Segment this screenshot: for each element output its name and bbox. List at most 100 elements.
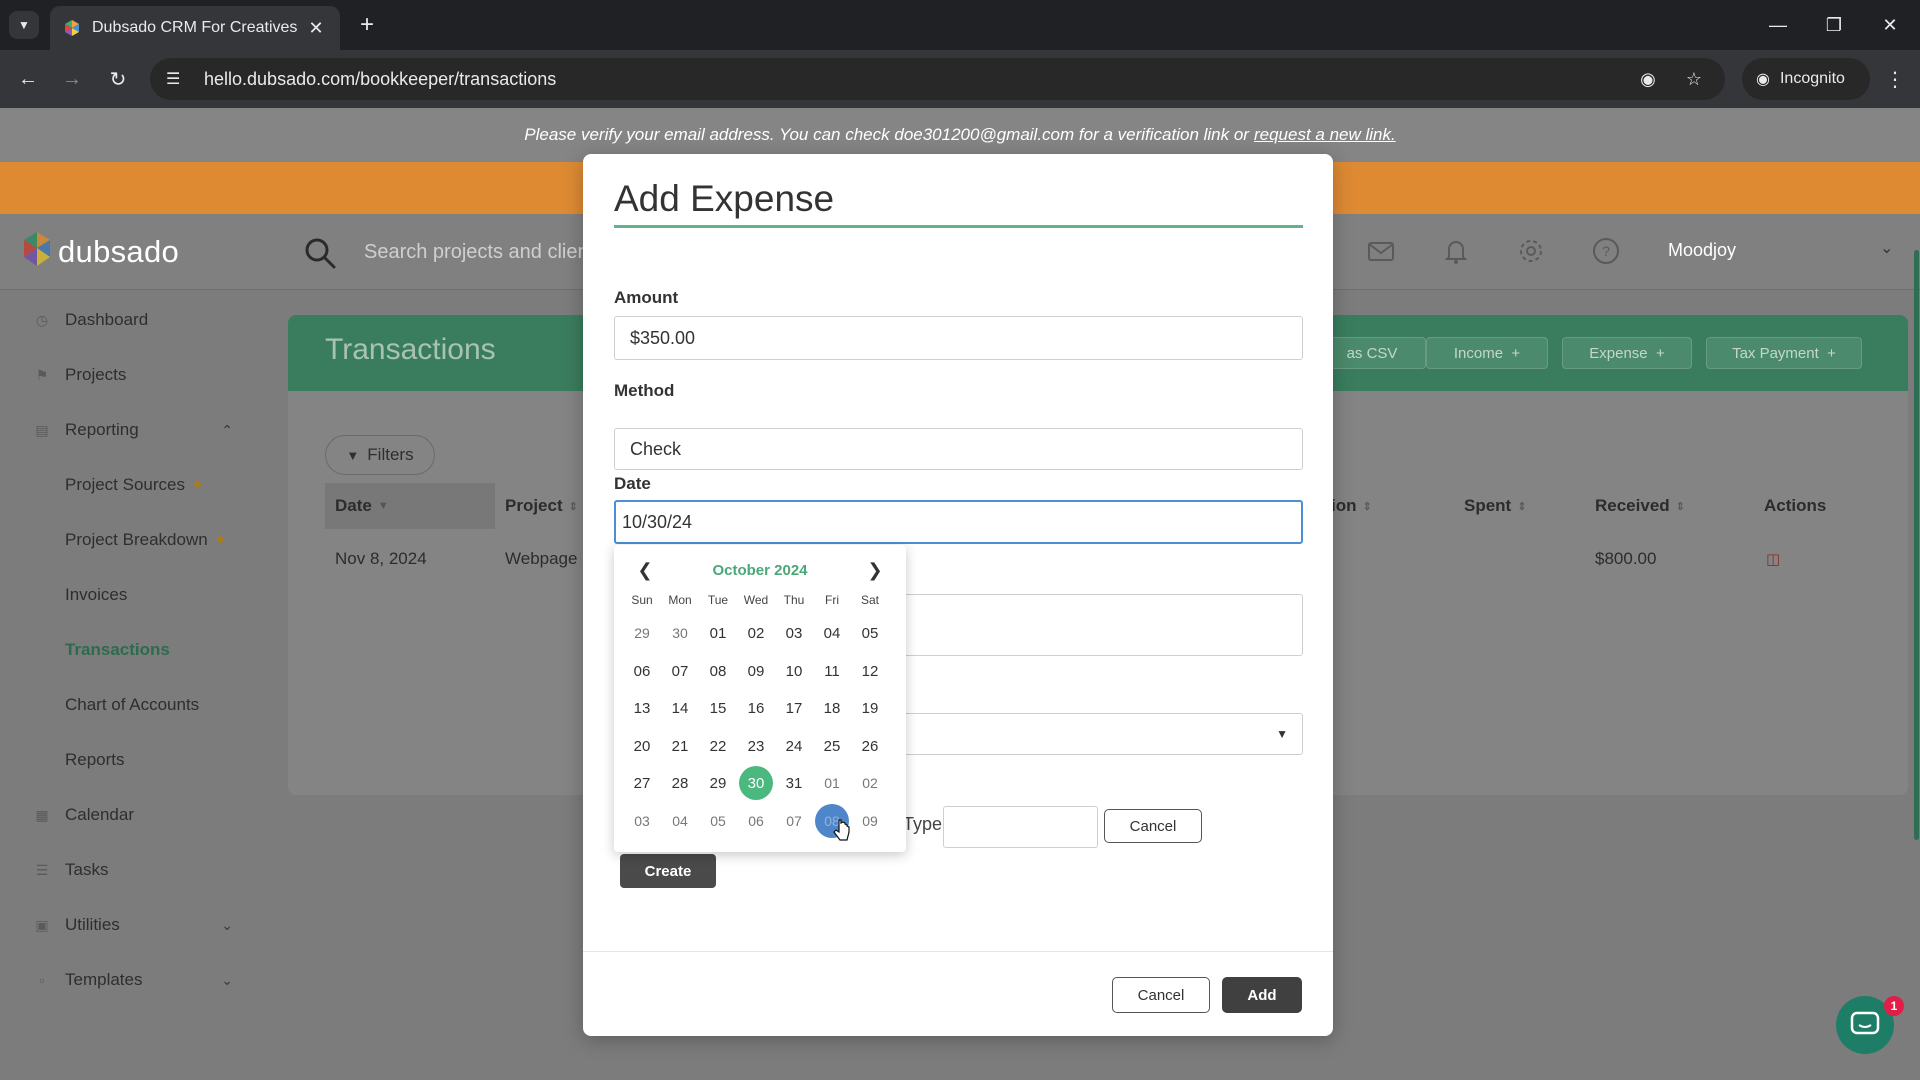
calendar-day[interactable]: 14 (663, 691, 697, 725)
calendar-day[interactable]: 31 (777, 766, 811, 800)
cancel-button[interactable]: Cancel (1112, 977, 1210, 1013)
calendar-day[interactable]: 07 (663, 654, 697, 688)
bell-icon[interactable] (1441, 236, 1471, 266)
calendar-day[interactable]: 16 (739, 691, 773, 725)
calendar-day[interactable]: 03 (625, 804, 659, 838)
dubsado-logo[interactable]: dubsado (22, 230, 179, 274)
method-select[interactable]: Check (614, 428, 1303, 470)
tracking-eye-off-icon[interactable]: ◉ (1633, 69, 1663, 90)
calendar-day[interactable]: 07 (777, 804, 811, 838)
calendar-day[interactable]: 15 (701, 691, 735, 725)
add-button[interactable]: Add (1222, 977, 1302, 1013)
calendar-day[interactable]: 04 (663, 804, 697, 838)
add-expense-button[interactable]: Expense + (1562, 337, 1692, 369)
export-csv-button[interactable]: as CSV (1318, 337, 1426, 369)
calendar-day[interactable]: 05 (853, 616, 887, 650)
calendar-day[interactable]: 21 (663, 729, 697, 763)
calendar-day[interactable]: 04 (815, 616, 849, 650)
bookmark-star-icon[interactable]: ☆ (1679, 69, 1709, 90)
sidebar-item-utilities[interactable]: ▣ Utilities ⌄ (0, 905, 255, 945)
mail-icon[interactable] (1366, 236, 1396, 266)
help-icon[interactable]: ? (1591, 236, 1621, 266)
calendar-day[interactable]: 20 (625, 729, 659, 763)
address-bar[interactable]: ☰ hello.dubsado.com/bookkeeper/transacti… (150, 58, 1725, 100)
sidebar-item-templates[interactable]: ▫ Templates ⌄ (0, 960, 255, 1000)
calendar-day[interactable]: 24 (777, 729, 811, 763)
calendar-day[interactable]: 09 (739, 654, 773, 688)
calendar-day[interactable]: 12 (853, 654, 887, 688)
calendar-day[interactable]: 06 (625, 654, 659, 688)
calendar-day[interactable]: 26 (853, 729, 887, 763)
calendar-day[interactable]: 28 (663, 766, 697, 800)
next-month-icon[interactable]: ❯ (862, 557, 888, 583)
search-icon[interactable] (303, 236, 337, 270)
row-project[interactable]: Webpage (505, 544, 577, 574)
column-header-spent[interactable]: Spent ⇕ (1464, 483, 1526, 529)
calendar-day[interactable]: 29 (625, 616, 659, 650)
prev-month-icon[interactable]: ❮ (632, 557, 658, 583)
add-income-button[interactable]: Income + (1426, 337, 1548, 369)
calendar-day[interactable]: 06 (739, 804, 773, 838)
calendar-day[interactable]: 30 (739, 766, 773, 800)
calendar-day[interactable]: 02 (739, 616, 773, 650)
calendar-day[interactable]: 18 (815, 691, 849, 725)
chevron-down-icon[interactable]: ⌄ (1880, 238, 1893, 258)
browser-tab[interactable]: Dubsado CRM For Creatives ✕ (50, 6, 340, 50)
type-input[interactable] (943, 806, 1098, 848)
create-button[interactable]: Create (620, 854, 716, 888)
month-label[interactable]: October 2024 (674, 562, 846, 579)
calendar-day[interactable]: 01 (815, 766, 849, 800)
calendar-day[interactable]: 30 (663, 616, 697, 650)
calendar-day[interactable]: 10 (777, 654, 811, 688)
column-header-received[interactable]: Received ⇕ (1595, 483, 1685, 529)
amount-input[interactable]: $350.00 (614, 316, 1303, 360)
sidebar-item-project-sources[interactable]: Project Sources ✦ (0, 465, 255, 505)
search-input[interactable] (364, 234, 594, 270)
incognito-badge[interactable]: ◉ Incognito (1742, 58, 1870, 100)
browser-menu-icon[interactable]: ⋮ (1880, 64, 1910, 94)
calendar-day[interactable]: 25 (815, 729, 849, 763)
forward-arrow-icon[interactable]: → (57, 64, 87, 94)
sidebar-item-calendar[interactable]: ▦ Calendar (0, 795, 255, 835)
calendar-day[interactable]: 05 (701, 804, 735, 838)
minimize-icon[interactable]: — (1758, 10, 1798, 40)
sidebar-item-transactions[interactable]: Transactions (0, 630, 255, 670)
calendar-day[interactable]: 17 (777, 691, 811, 725)
calendar-day[interactable]: 13 (625, 691, 659, 725)
inline-cancel-button[interactable]: Cancel (1104, 809, 1202, 843)
restore-icon[interactable]: ❐ (1814, 10, 1854, 40)
calendar-day[interactable]: 22 (701, 729, 735, 763)
user-name[interactable]: Moodjoy (1668, 240, 1736, 261)
sidebar-item-project-breakdown[interactable]: Project Breakdown ✦ (0, 520, 255, 560)
calendar-day[interactable]: 02 (853, 766, 887, 800)
column-header-project[interactable]: Project ⇕ (505, 483, 578, 529)
sidebar-item-chart-of-accounts[interactable]: Chart of Accounts (0, 685, 255, 725)
calendar-day[interactable]: 09 (853, 804, 887, 838)
request-new-link[interactable]: request a new link. (1254, 125, 1396, 145)
add-tax-payment-button[interactable]: Tax Payment + (1706, 337, 1862, 369)
sidebar-item-projects[interactable]: ⚑ Projects (0, 355, 255, 395)
column-header-description[interactable]: ion ⇕ (1331, 483, 1372, 529)
sidebar-item-tasks[interactable]: ☰ Tasks (0, 850, 255, 890)
calendar-day[interactable]: 19 (853, 691, 887, 725)
calendar-day[interactable]: 23 (739, 729, 773, 763)
calendar-day[interactable]: 03 (777, 616, 811, 650)
sidebar-item-reporting[interactable]: ▤ Reporting ⌃ (0, 410, 255, 450)
sidebar-item-reports[interactable]: Reports (0, 740, 255, 780)
gear-icon[interactable] (1516, 236, 1546, 266)
calendar-day[interactable]: 11 (815, 654, 849, 688)
calendar-day[interactable]: 01 (701, 616, 735, 650)
date-input[interactable]: 10/30/24 (614, 500, 1303, 544)
reload-icon[interactable]: ↻ (103, 64, 133, 94)
site-settings-icon[interactable]: ☰ (166, 69, 190, 89)
delete-trash-icon[interactable]: ◫ (1766, 544, 1780, 574)
filters-button[interactable]: ▼ Filters (325, 435, 435, 475)
tab-search-icon[interactable]: ▼ (9, 11, 39, 39)
window-close-icon[interactable]: ✕ (1870, 10, 1910, 40)
column-header-date[interactable]: Date ▼ (325, 483, 495, 529)
calendar-day[interactable]: 08 (701, 654, 735, 688)
tab-close-icon[interactable]: ✕ (306, 18, 326, 39)
calendar-day[interactable]: 27 (625, 766, 659, 800)
new-tab-icon[interactable]: + (352, 10, 382, 40)
page-scrollbar[interactable] (1914, 250, 1919, 840)
